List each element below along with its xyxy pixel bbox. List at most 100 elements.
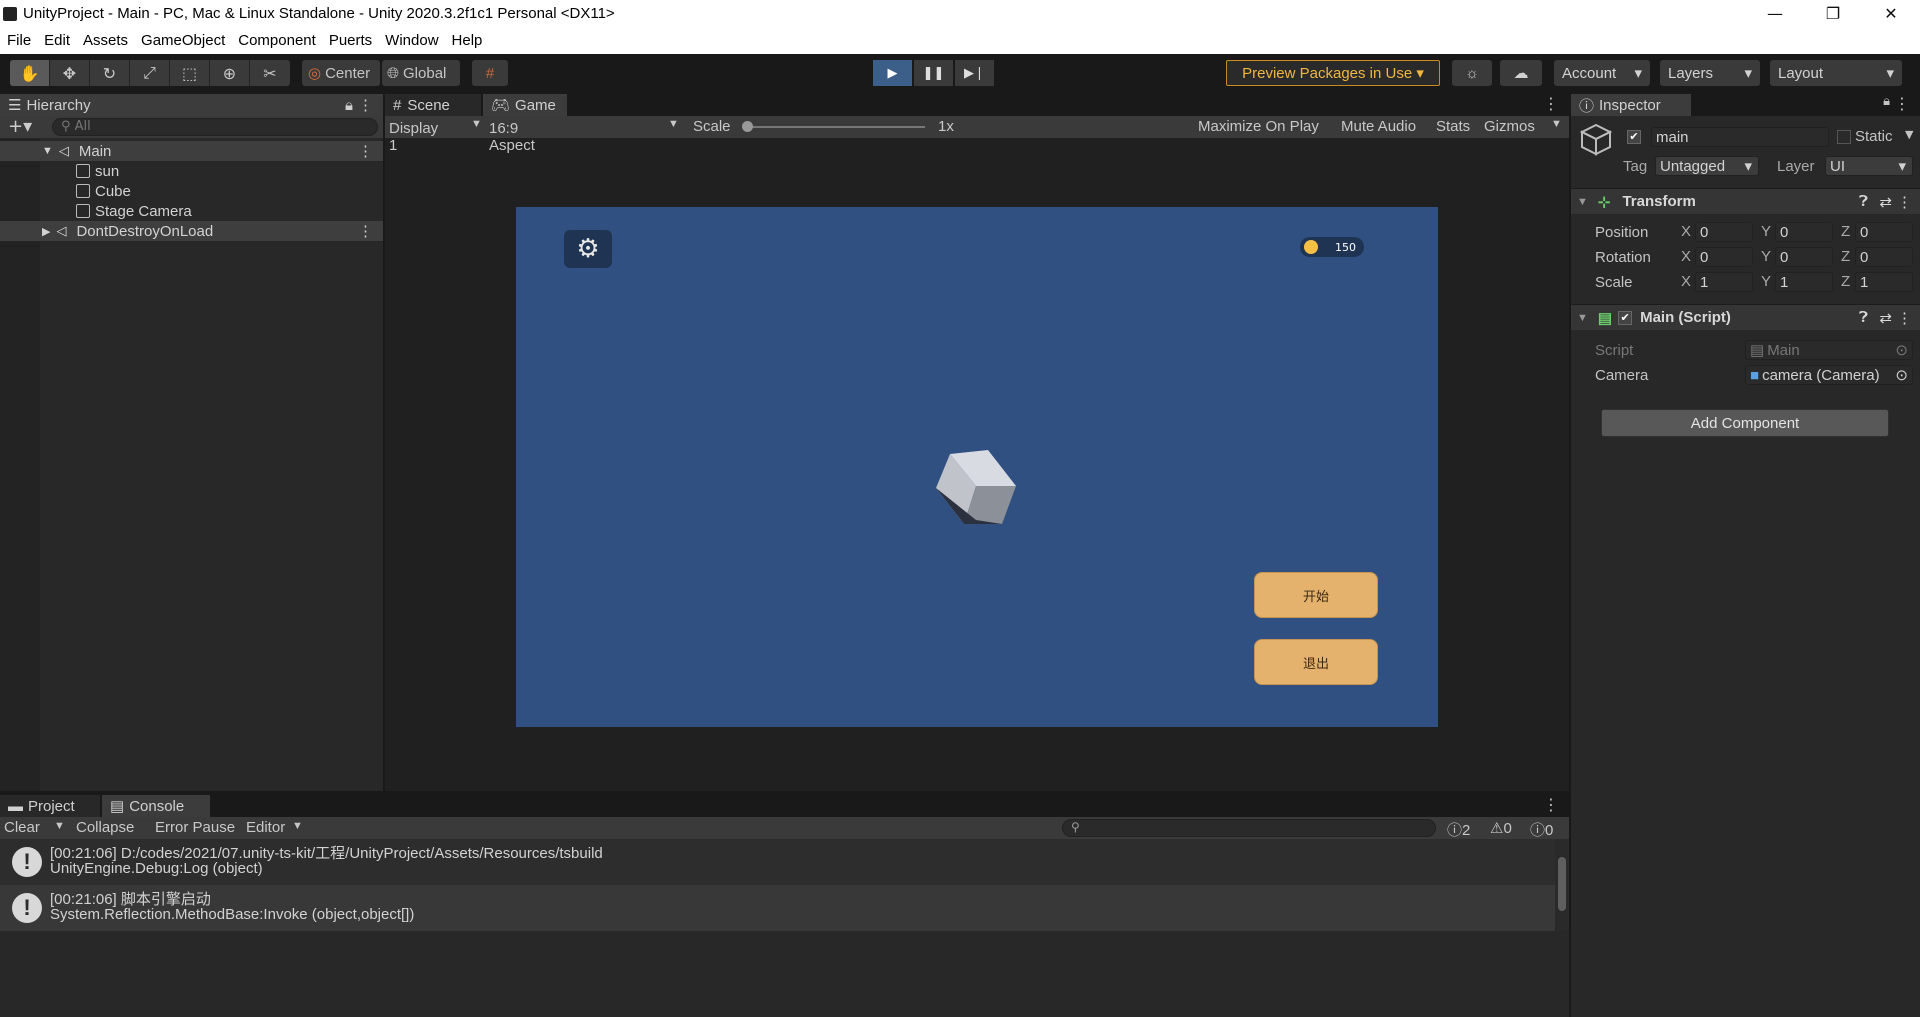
add-component-button[interactable]: Add Component <box>1601 409 1889 437</box>
camera-field[interactable]: ■ camera (Camera) ⊙ <box>1745 365 1913 385</box>
more-icon[interactable]: ⋮ <box>358 96 373 114</box>
more-icon[interactable]: ⋮ <box>1894 94 1910 113</box>
rotation-x-field[interactable]: 0 <box>1695 247 1753 267</box>
pivot-rotation-button[interactable]: 🌐︎ Global <box>382 60 460 86</box>
object-name-field[interactable]: main <box>1651 127 1829 147</box>
error-pause-toggle[interactable]: Error Pause <box>155 819 235 836</box>
clear-button[interactable]: Clear <box>4 819 40 836</box>
mute-audio-toggle[interactable]: Mute Audio <box>1341 118 1416 135</box>
tab-game[interactable]: 🎮︎ Game <box>483 94 567 116</box>
menu-file[interactable]: File <box>0 32 37 49</box>
more-icon[interactable]: ⋮ <box>1543 94 1559 113</box>
add-icon[interactable]: +▾ <box>8 116 32 137</box>
editor-dropdown[interactable]: Editor <box>246 819 285 836</box>
cloud-icon[interactable]: ☁ <box>1500 60 1542 86</box>
start-button[interactable]: 开始 <box>1254 572 1378 618</box>
more-icon[interactable]: ⋮ <box>1543 795 1559 814</box>
console-entry[interactable]: ! [00:21:06] 脚本引擎启动 System.Reflection.Me… <box>0 885 1555 931</box>
maximize-on-play-toggle[interactable]: Maximize On Play <box>1198 118 1319 135</box>
rotation-y-field[interactable]: 0 <box>1775 247 1833 267</box>
pivot-mode-button[interactable]: ◎ Center <box>302 60 380 86</box>
hierarchy-item-main[interactable]: ▼ ◁ Main ⋮ <box>0 141 383 161</box>
transform-tool-icon[interactable]: ⊕ <box>210 60 250 86</box>
menu-help[interactable]: Help <box>445 32 489 49</box>
menu-assets[interactable]: Assets <box>76 32 134 49</box>
pause-button[interactable]: ❚❚ <box>914 60 953 86</box>
help-icon[interactable]: ❓︎ <box>1859 309 1868 326</box>
account-dropdown[interactable]: Account ▾ <box>1554 60 1650 86</box>
chevron-down-icon[interactable]: ▼ <box>1551 118 1562 130</box>
scale-x-field[interactable]: 1 <box>1695 272 1753 292</box>
presets-icon[interactable]: ⇄ <box>1879 309 1892 327</box>
console-scrollbar[interactable] <box>1555 839 1569 931</box>
rotate-tool-icon[interactable]: ↻ <box>90 60 130 86</box>
game-viewport[interactable]: ⚙ 150 开始 退出 <box>516 207 1438 727</box>
lock-icon[interactable]: 🔒︎ <box>345 97 353 114</box>
more-icon[interactable]: ⋮ <box>358 142 373 160</box>
hierarchy-item-cube[interactable]: Cube <box>0 181 383 201</box>
more-icon[interactable]: ⋮ <box>1897 309 1912 327</box>
menu-component[interactable]: Component <box>231 32 322 49</box>
expand-arrow-icon[interactable]: ▼ <box>42 145 53 157</box>
restore-button[interactable]: ❐ <box>1804 4 1862 23</box>
object-picker-icon[interactable]: ⊙ <box>1895 366 1908 384</box>
layer-dropdown[interactable]: UI ▾ <box>1825 156 1913 176</box>
collapse-arrow-icon[interactable]: ▼ <box>1577 196 1588 208</box>
hierarchy-item-dontdestroyonload[interactable]: ▶ ◁ DontDestroyOnLoad ⋮ <box>0 221 383 241</box>
more-icon[interactable]: ⋮ <box>1897 193 1912 211</box>
close-button[interactable]: ✕ <box>1862 4 1920 23</box>
console-search-input[interactable]: ⚲ <box>1062 819 1436 837</box>
static-checkbox[interactable] <box>1837 130 1851 144</box>
scale-slider-handle[interactable] <box>742 121 753 132</box>
move-tool-icon[interactable]: ✥ <box>50 60 90 86</box>
chevron-down-icon[interactable]: ▼ <box>1905 128 1913 141</box>
tag-dropdown[interactable]: Untagged ▾ <box>1655 156 1759 176</box>
play-button[interactable]: ▶ <box>873 60 912 86</box>
menu-puerts[interactable]: Puerts <box>322 32 378 49</box>
scale-y-field[interactable]: 1 <box>1775 272 1833 292</box>
expand-arrow-icon[interactable]: ▶ <box>42 225 50 238</box>
layers-dropdown[interactable]: Layers ▾ <box>1660 60 1760 86</box>
collapse-arrow-icon[interactable]: ▼ <box>1577 312 1588 324</box>
position-z-field[interactable]: 0 <box>1855 222 1913 242</box>
scale-z-field[interactable]: 1 <box>1855 272 1913 292</box>
hierarchy-item-stage-camera[interactable]: Stage Camera <box>0 201 383 221</box>
rect-tool-icon[interactable]: ⬚ <box>170 60 210 86</box>
lock-icon[interactable]: 🔒︎ <box>1883 94 1890 109</box>
custom-tool-icon[interactable]: ✂ <box>250 60 290 86</box>
collapse-toggle[interactable]: Collapse <box>76 819 134 836</box>
grid-snap-icon[interactable]: # <box>472 60 508 86</box>
transform-header[interactable]: ▼ ⊹ Transform ❓︎ ⇄ ⋮ <box>1571 188 1920 214</box>
position-y-field[interactable]: 0 <box>1775 222 1833 242</box>
menu-edit[interactable]: Edit <box>37 32 76 49</box>
log-count-toggle[interactable]: ⓘ2 <box>1447 819 1470 840</box>
hand-tool-icon[interactable]: ✋ <box>10 60 50 86</box>
chevron-down-icon[interactable]: ▼ <box>54 820 65 832</box>
tab-project[interactable]: ▬ Project <box>0 795 100 817</box>
scrollbar-thumb[interactable] <box>1558 857 1566 911</box>
script-component-header[interactable]: ▼ ▤ ✔ Main (Script) ❓︎ ⇄ ⋮ <box>1571 304 1920 330</box>
tab-hierarchy[interactable]: ☰ Hierarchy 🔒︎ ⋮ <box>0 94 383 116</box>
tab-scene[interactable]: # Scene <box>385 94 481 116</box>
more-icon[interactable]: ⋮ <box>358 222 373 240</box>
console-entry[interactable]: ! [00:21:06] D:/codes/2021/07.unity-ts-k… <box>0 839 1555 885</box>
component-enabled-checkbox[interactable]: ✔ <box>1618 310 1633 325</box>
scale-tool-icon[interactable]: ⤢ <box>130 60 170 86</box>
warning-count-toggle[interactable]: ⚠0 <box>1490 819 1512 837</box>
position-x-field[interactable]: 0 <box>1695 222 1753 242</box>
presets-icon[interactable]: ⇄ <box>1879 193 1892 211</box>
error-count-toggle[interactable]: ⓘ0 <box>1530 819 1553 840</box>
hierarchy-search-input[interactable]: ⚲ All <box>52 118 378 136</box>
tab-console[interactable]: ▤ Console <box>102 795 210 817</box>
tab-inspector[interactable]: ⓘ Inspector <box>1571 94 1691 116</box>
lighting-icon[interactable]: ☼ <box>1452 60 1492 86</box>
rotation-z-field[interactable]: 0 <box>1855 247 1913 267</box>
step-button[interactable]: ▶❘ <box>955 60 994 86</box>
gizmos-toggle[interactable]: Gizmos <box>1484 118 1535 135</box>
menu-gameobject[interactable]: GameObject <box>134 32 231 49</box>
active-checkbox[interactable]: ✔ <box>1627 130 1641 144</box>
minimize-button[interactable]: — <box>1746 4 1804 23</box>
menu-window[interactable]: Window <box>378 32 444 49</box>
hierarchy-item-sun[interactable]: sun <box>0 161 383 181</box>
exit-button[interactable]: 退出 <box>1254 639 1378 685</box>
